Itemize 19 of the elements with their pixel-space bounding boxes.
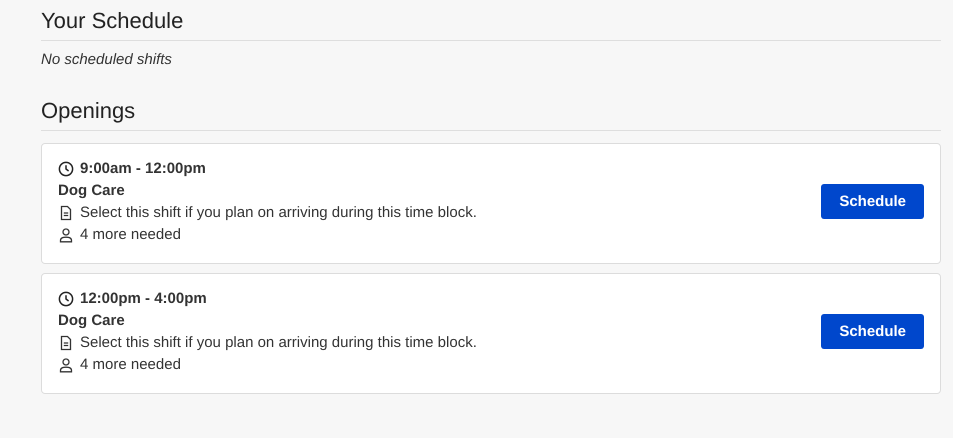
person-icon [58, 356, 74, 372]
section-heading: Openings [41, 94, 941, 131]
schedule-button[interactable]: Schedule [821, 314, 924, 349]
clock-icon [58, 290, 74, 306]
shift-description: Select this shift if you plan on arriving during this time block. [80, 204, 477, 221]
section-heading: Your Schedule [41, 4, 941, 41]
needed-count: 4 more needed [80, 226, 181, 243]
shift-name: Dog Care [58, 182, 126, 199]
document-icon [58, 334, 74, 350]
document-icon [58, 204, 74, 220]
person-icon [58, 226, 74, 242]
empty-message: No scheduled shifts [41, 51, 173, 68]
shift-time: 12:00pm - 4:00pm [80, 290, 207, 307]
schedule-button[interactable]: Schedule [821, 184, 924, 219]
clock-icon [58, 160, 74, 176]
shift-name: Dog Care [58, 312, 126, 329]
needed-count: 4 more needed [80, 356, 181, 373]
shift-time: 9:00am - 12:00pm [80, 160, 206, 177]
shift-description: Select this shift if you plan on arriving during this time block. [80, 334, 477, 351]
